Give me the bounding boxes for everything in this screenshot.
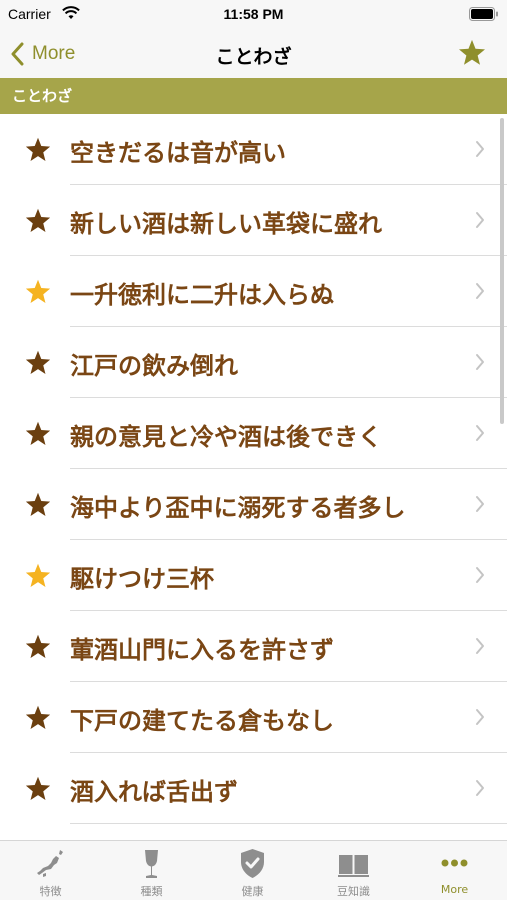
- list-item-label: 葷酒山門に入るを許さず: [70, 636, 334, 664]
- chevron-right-icon: [476, 354, 484, 370]
- chevron-right-icon: [476, 638, 484, 654]
- list-item-label: 海中より盃中に溺死する者多し: [70, 494, 406, 522]
- tab-label: 種類: [140, 885, 163, 898]
- list-item-label: 親の意見と冷や酒は後できく: [70, 423, 382, 451]
- star-icon: [25, 208, 51, 232]
- list-item[interactable]: 海中より盃中に溺死する者多し: [0, 469, 507, 540]
- proverb-list[interactable]: 空きだるは音が高い新しい酒は新しい革袋に盛れ 一升徳利に二升は入らぬ 江戸の飲み倒れ…: [0, 114, 507, 840]
- list-item-label: 江戸の飲み倒れ: [70, 352, 238, 380]
- list-item[interactable]: 江戸の飲み倒れ: [0, 327, 507, 398]
- list-item[interactable]: 親の意見と冷や酒は後できく: [0, 398, 507, 469]
- chevron-right-icon: [476, 567, 484, 583]
- list-item-label: 下戸の建てたる倉もなし: [70, 707, 334, 735]
- tab-label: More: [440, 883, 469, 896]
- chevron-right-icon: [476, 780, 484, 796]
- list-item[interactable]: 一升徳利に二升は入らぬ: [0, 256, 507, 327]
- list-item-label: 一升徳利に二升は入らぬ: [70, 281, 334, 309]
- more-dots-icon: [441, 859, 468, 867]
- list-item[interactable]: 空きだるは音が高い: [0, 114, 507, 185]
- row-divider: [70, 823, 507, 824]
- status-time: 11:58 PM: [223, 6, 284, 22]
- chevron-right-icon: [476, 141, 484, 157]
- list-item-label: 酒入れば舌出ず: [70, 778, 238, 806]
- status-bar: Carrier 11:58 PM: [0, 0, 507, 30]
- chevron-right-icon: [476, 283, 484, 299]
- list-item-label: 駆けつけ三杯: [70, 565, 214, 593]
- book-icon: [338, 855, 369, 877]
- page-title: ことわざ: [215, 46, 292, 68]
- section-header: ことわざ: [0, 78, 507, 114]
- list-item-label: 新しい酒は新しい革袋に盛れ: [70, 210, 382, 238]
- tab-label: 豆知識: [337, 885, 370, 898]
- shield-check-icon: [241, 849, 264, 878]
- tab-health[interactable]: 健康: [202, 841, 303, 900]
- tab-bar: 特徴 種類 健康 豆知識 More: [0, 840, 507, 900]
- wine-glass-icon: [145, 850, 158, 878]
- chevron-right-icon: [476, 709, 484, 725]
- star-icon: [25, 279, 51, 303]
- tab-types[interactable]: 種類: [101, 841, 202, 900]
- tab-label: 特徴: [39, 885, 62, 898]
- star-icon: [25, 634, 51, 658]
- chevron-right-icon: [476, 425, 484, 441]
- tab-trivia[interactable]: 豆知識: [303, 841, 404, 900]
- star-icon: [25, 492, 51, 516]
- star-icon: [25, 705, 51, 729]
- list-item[interactable]: 酒入れば舌出ず: [0, 753, 507, 824]
- star-icon: [25, 776, 51, 800]
- list-item[interactable]: 新しい酒は新しい革袋に盛れ: [0, 185, 507, 256]
- navigation-bar: More ことわざ: [0, 30, 507, 78]
- chevron-right-icon: [476, 496, 484, 512]
- star-icon: [25, 137, 51, 161]
- list-item[interactable]: 下戸の建てたる倉もなし: [0, 682, 507, 753]
- star-icon: [25, 350, 51, 374]
- star-icon: [25, 563, 51, 587]
- star-icon: [25, 421, 51, 445]
- list-item-label: 空きだるは音が高い: [70, 139, 286, 167]
- tab-features[interactable]: 特徴: [0, 841, 101, 900]
- battery-icon: [469, 7, 498, 21]
- tab-label: 健康: [241, 885, 264, 898]
- scroll-indicator[interactable]: [500, 118, 504, 424]
- list-item[interactable]: 葷酒山門に入るを許さず: [0, 611, 507, 682]
- chevron-right-icon: [476, 212, 484, 228]
- japan-map-icon: [37, 850, 63, 877]
- tab-more[interactable]: More: [404, 841, 505, 900]
- list-item[interactable]: 駆けつけ三杯: [0, 540, 507, 611]
- star-icon[interactable]: [457, 38, 487, 68]
